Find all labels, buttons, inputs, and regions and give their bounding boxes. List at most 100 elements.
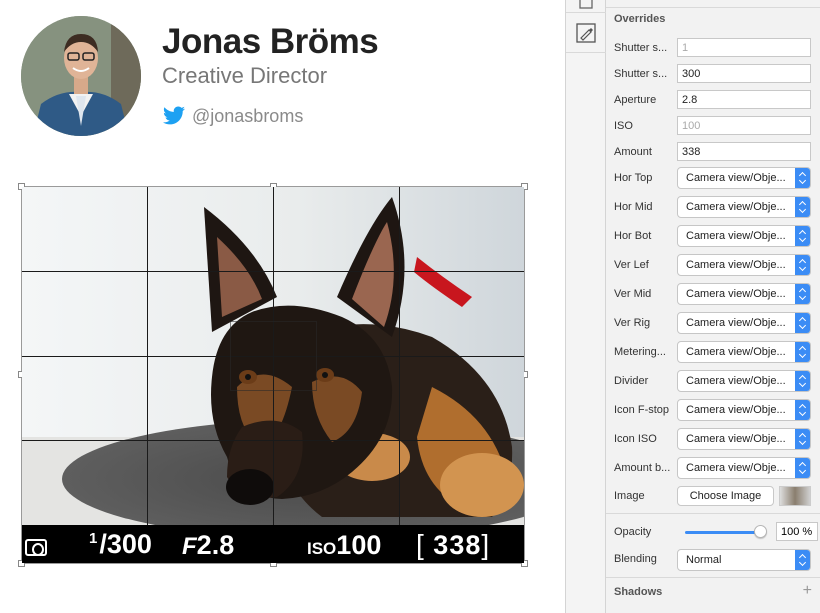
override-select-value: Camera view/Obje... [686, 404, 786, 416]
override-field-label: Shutter s... [614, 68, 668, 80]
override-select-row: Icon ISO Camera view/Obje... [614, 428, 818, 450]
override-select-value: Camera view/Obje... [686, 230, 786, 242]
select-stepper-icon [795, 550, 810, 570]
override-select-row: Ver Lef Camera view/Obje... [614, 254, 818, 276]
override-select-label: Amount b... [614, 462, 671, 474]
image-override-row: Image Choose Image [614, 486, 818, 508]
override-field-label: ISO [614, 120, 633, 132]
override-select[interactable]: Camera view/Obje... [677, 254, 811, 276]
override-select[interactable]: Camera view/Obje... [677, 457, 811, 479]
override-select-label: Ver Lef [614, 259, 649, 271]
opacity-input[interactable]: 100 % [776, 522, 818, 541]
override-field-input[interactable]: 2.8 [677, 90, 811, 109]
person-photo [21, 16, 141, 136]
select-stepper-icon [795, 429, 810, 449]
twitter-link[interactable]: @jonasbroms [162, 104, 303, 128]
select-stepper-icon [795, 197, 810, 217]
image-thumbnail[interactable] [779, 486, 811, 506]
blending-label: Blending [614, 553, 657, 565]
iso-readout: ISO100 [307, 530, 382, 560]
override-field-input[interactable]: 100 [677, 116, 811, 135]
choose-image-button[interactable]: Choose Image [677, 486, 774, 506]
override-select-row: Ver Mid Camera view/Obje... [614, 283, 818, 305]
profile-name: Jonas Bröms [162, 22, 379, 61]
tool-divider [566, 52, 606, 53]
metering-icon [25, 539, 47, 556]
override-select-row: Hor Top Camera view/Obje... [614, 167, 818, 189]
camera-info-bar: 1/300 F2.8 ISO100 [ 338] [22, 525, 524, 563]
override-select-row: Icon F-stop Camera view/Obje... [614, 399, 818, 421]
override-select-row: Ver Rig Camera view/Obje... [614, 312, 818, 334]
opacity-label: Opacity [614, 526, 652, 538]
camera-photo[interactable] [22, 187, 524, 525]
override-select[interactable]: Camera view/Obje... [677, 341, 811, 363]
blending-row: Blending Normal [614, 549, 818, 571]
symbol-icon[interactable] [574, 0, 598, 16]
overrides-title: Overrides [614, 13, 666, 25]
override-field-input[interactable]: 338 [677, 142, 811, 161]
edit-override-icon[interactable] [574, 21, 598, 45]
override-field-input[interactable]: 300 [677, 64, 811, 83]
override-select[interactable]: Camera view/Obje... [677, 196, 811, 218]
override-select-value: Camera view/Obje... [686, 462, 786, 474]
override-select[interactable]: Camera view/Obje... [677, 312, 811, 334]
blending-value: Normal [686, 554, 722, 566]
override-field-row: ISO 100 [614, 116, 818, 138]
override-select-label: Icon F-stop [614, 404, 670, 416]
shadows-title: Shadows [614, 586, 663, 598]
profile-avatar [21, 16, 141, 136]
override-select[interactable]: Camera view/Obje... [677, 428, 811, 450]
override-select[interactable]: Camera view/Obje... [677, 370, 811, 392]
panel-divider [606, 7, 820, 8]
override-select-value: Camera view/Obje... [686, 201, 786, 213]
override-select-label: Ver Rig [614, 317, 651, 329]
select-stepper-icon [795, 371, 810, 391]
override-select-label: Hor Mid [614, 201, 653, 213]
aperture-readout: F2.8 [182, 530, 235, 560]
grid-line-horizontal-bottom [22, 440, 524, 441]
override-select-value: Camera view/Obje... [686, 172, 786, 184]
override-field-row: Amount 338 [614, 142, 818, 164]
panel-divider [606, 577, 820, 578]
override-select-value: Camera view/Obje... [686, 375, 786, 387]
override-select-label: Divider [614, 375, 649, 387]
inspector-panel: Overrides Shutter s... 1 Shutter s... 300 Ap… [606, 0, 820, 613]
override-select[interactable]: Camera view/Obje... [677, 399, 811, 421]
override-select-label: Icon ISO [614, 433, 657, 445]
blending-select[interactable]: Normal [677, 549, 811, 571]
override-select-value: Camera view/Obje... [686, 317, 786, 329]
opacity-slider-track[interactable] [685, 531, 761, 534]
add-shadow-plus-icon[interactable]: + [803, 582, 812, 600]
select-stepper-icon [795, 400, 810, 420]
override-select-label: Metering... [614, 346, 666, 358]
override-select[interactable]: Camera view/Obje... [677, 167, 811, 189]
override-select-value: Camera view/Obje... [686, 433, 786, 445]
override-select[interactable]: Camera view/Obje... [677, 225, 811, 247]
select-stepper-icon [795, 284, 810, 304]
override-field-label: Amount [614, 146, 652, 158]
override-select-row: Amount b... Camera view/Obje... [614, 457, 818, 479]
override-select-row: Hor Bot Camera view/Obje... [614, 225, 818, 247]
override-select-value: Camera view/Obje... [686, 288, 786, 300]
override-select-value: Camera view/Obje... [686, 259, 786, 271]
opacity-slider-thumb[interactable] [754, 525, 767, 538]
override-field-label: Shutter s... [614, 42, 668, 54]
override-select-label: Ver Mid [614, 288, 652, 300]
image-label: Image [614, 490, 645, 502]
twitter-handle: @jonasbroms [192, 105, 304, 126]
override-select-row: Divider Camera view/Obje... [614, 370, 818, 392]
override-field-label: Aperture [614, 94, 657, 106]
override-select-row: Hor Mid Camera view/Obje... [614, 196, 818, 218]
select-stepper-icon [795, 255, 810, 275]
opacity-row: Opacity 100 % [614, 522, 818, 544]
override-field-input[interactable]: 1 [677, 38, 811, 57]
inspector-tool-strip [565, 0, 606, 613]
override-select[interactable]: Camera view/Obje... [677, 283, 811, 305]
override-field-row: Shutter s... 300 [614, 64, 818, 86]
shutter-speed-readout: 1/300 [89, 529, 152, 559]
shots-remaining-readout: [ 338] [416, 529, 491, 560]
tool-divider [566, 12, 606, 13]
override-select-label: Hor Top [614, 172, 653, 184]
artboard: Jonas Bröms Creative Director @jonasbrom… [0, 0, 820, 613]
profile-role: Creative Director [162, 63, 328, 88]
